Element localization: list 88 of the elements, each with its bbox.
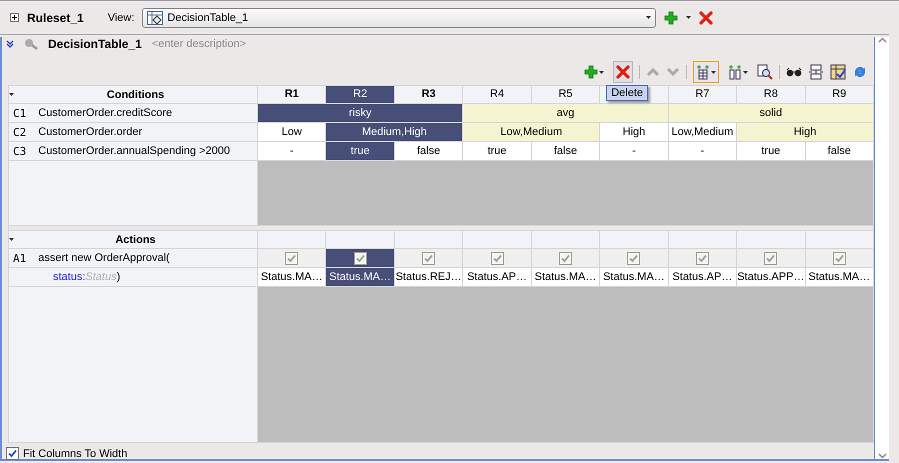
caret-icon — [646, 16, 652, 19]
checkbox-label: Fit Columns To Width — [23, 448, 128, 460]
checkbox[interactable] — [490, 252, 504, 265]
collapse-icon[interactable] — [6, 40, 14, 48]
condition-label: C1 CustomerOrder.creditScore — [9, 104, 257, 122]
expand-icon[interactable] — [10, 13, 19, 22]
action-cell[interactable]: Status.APP… — [737, 268, 805, 286]
checkbox[interactable] — [285, 252, 298, 265]
caret-icon — [743, 70, 748, 74]
view-label: View: — [108, 12, 134, 24]
plus-icon — [664, 10, 678, 24]
up-icon[interactable] — [646, 67, 660, 77]
column-header — [326, 231, 394, 248]
action-cell[interactable]: Status.MA… — [258, 268, 326, 286]
columns-icon — [728, 64, 742, 80]
rule-header[interactable]: R1 — [258, 86, 326, 103]
checkbox[interactable] — [764, 252, 778, 265]
condition-cell[interactable]: - — [668, 142, 736, 160]
caret-icon — [9, 238, 14, 241]
action-cell[interactable]: Status.MA… — [532, 268, 600, 286]
condition-cell[interactable]: High — [737, 123, 873, 141]
table-icon — [147, 10, 164, 24]
condition-cell[interactable]: - — [258, 142, 326, 160]
action-cell[interactable]: Status.MA… — [806, 268, 873, 286]
scrollbar[interactable] — [874, 37, 889, 459]
condition-cell[interactable]: avg — [463, 104, 668, 122]
rule-header[interactable]: R4 — [463, 86, 531, 103]
condition-label: C2 CustomerOrder.order — [9, 123, 257, 141]
action-cell[interactable]: Status.REJ… — [394, 268, 462, 286]
rule-header[interactable]: R7 — [668, 86, 736, 103]
condition-cell[interactable]: false — [394, 142, 462, 160]
delete-icon — [616, 65, 630, 79]
search-icon[interactable] — [757, 64, 773, 80]
tooltip: Delete — [606, 85, 648, 101]
table-title: DecisionTable_1 — [48, 37, 142, 51]
down-icon[interactable] — [666, 67, 680, 77]
condition-cell[interactable]: Medium,High — [326, 123, 462, 141]
condition-cell[interactable]: Low — [258, 123, 326, 141]
action-label: A1 assert new OrderApproval( — [9, 249, 257, 267]
rule-header[interactable]: R3 — [394, 86, 462, 103]
checkbox[interactable] — [627, 252, 640, 265]
checkbox[interactable] — [422, 252, 436, 265]
view-dropdown[interactable]: DecisionTable_1 — [142, 8, 656, 28]
action-cell[interactable]: Status.MA… — [600, 268, 668, 286]
up-icon[interactable] — [878, 37, 886, 43]
section-header: Conditions — [9, 86, 257, 103]
insert-row-button[interactable] — [693, 61, 719, 83]
delete-icon — [699, 10, 714, 24]
down-icon[interactable] — [878, 453, 886, 459]
condition-cell[interactable]: risky — [258, 104, 462, 122]
table-icon — [696, 64, 710, 80]
checkbox[interactable] — [558, 252, 572, 265]
table-check-icon[interactable] — [830, 64, 846, 80]
action-cell[interactable]: Status.MA… — [326, 268, 394, 286]
caret-icon — [599, 70, 604, 74]
condition-cell[interactable]: High — [600, 123, 668, 141]
refresh-icon[interactable] — [852, 64, 868, 80]
condition-cell[interactable]: true — [463, 142, 531, 160]
plus-icon — [584, 65, 598, 79]
rule-header[interactable]: R2 — [326, 86, 394, 103]
magnifier-icon — [24, 38, 38, 50]
condition-cell[interactable]: false — [806, 142, 873, 160]
glasses-icon[interactable] — [786, 67, 802, 77]
action-cell[interactable]: Status.AP… — [463, 268, 531, 286]
condition-cell[interactable]: true — [326, 142, 394, 160]
checkbox[interactable] — [696, 252, 709, 265]
rule-header[interactable]: R5 — [532, 86, 600, 103]
parameter-label: status:Status) — [9, 268, 257, 286]
checkbox[interactable] — [832, 252, 846, 265]
condition-cell[interactable]: true — [737, 142, 805, 160]
condition-cell[interactable]: solid — [668, 104, 873, 122]
condition-cell[interactable]: Low,Medium — [668, 123, 736, 141]
caret-icon — [686, 16, 692, 19]
caret-icon — [9, 93, 14, 96]
caret-icon — [711, 70, 716, 74]
split-icon[interactable] — [808, 64, 824, 80]
condition-cell[interactable]: Low,Medium — [463, 123, 600, 141]
delete-button[interactable] — [613, 61, 633, 83]
checkbox[interactable] — [6, 447, 19, 460]
section-header: Actions — [9, 231, 257, 248]
ruleset-title: Ruleset_1 — [27, 10, 84, 24]
action-cell[interactable]: Status.AP… — [668, 268, 736, 286]
condition-cell[interactable]: - — [600, 142, 668, 160]
condition-label: C3 CustomerOrder.annualSpending >2000 — [9, 142, 257, 160]
rule-header[interactable]: R9 — [806, 86, 873, 103]
condition-cell[interactable]: false — [532, 142, 600, 160]
rule-header[interactable]: R8 — [737, 86, 805, 103]
checkbox[interactable] — [354, 252, 367, 265]
